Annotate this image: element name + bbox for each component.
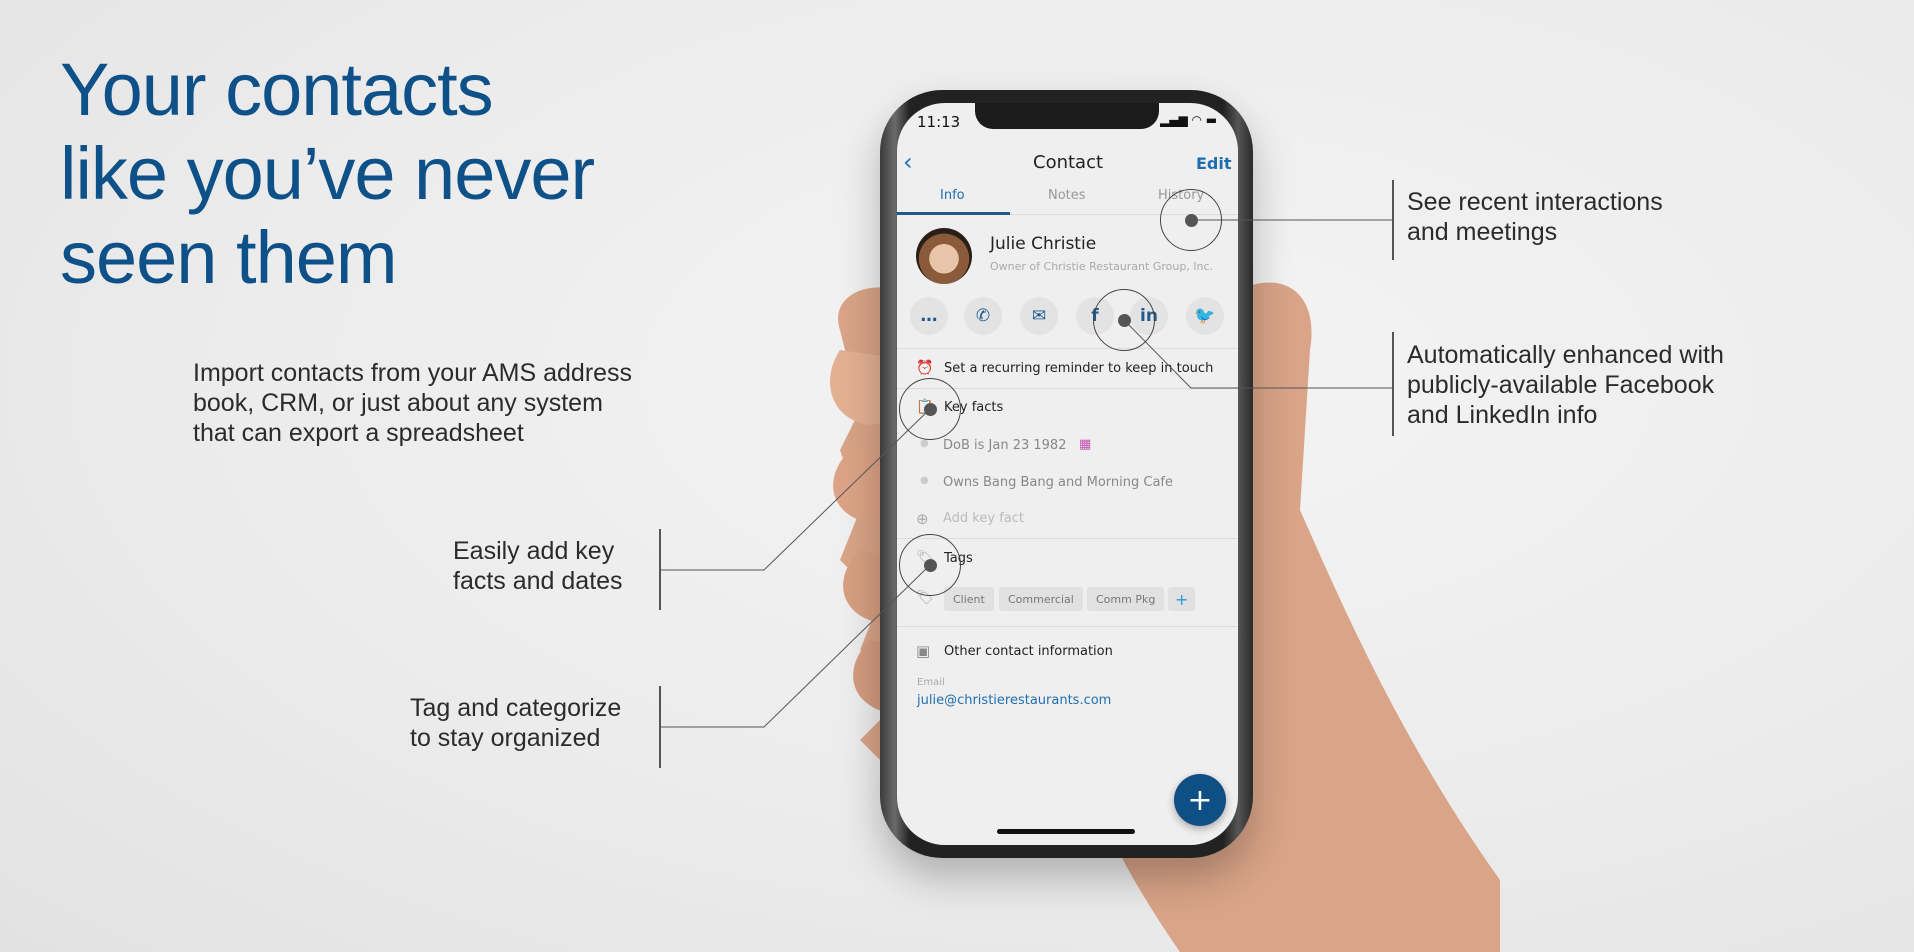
callout-lines: [659, 180, 1394, 768]
highlight-dot: [1185, 214, 1198, 227]
connector: [660, 408, 931, 571]
highlight-dot: [924, 559, 937, 572]
connector: [660, 564, 931, 728]
highlight-dot: [924, 403, 937, 416]
highlight-dot: [1118, 314, 1131, 327]
connector: [1123, 319, 1393, 389]
